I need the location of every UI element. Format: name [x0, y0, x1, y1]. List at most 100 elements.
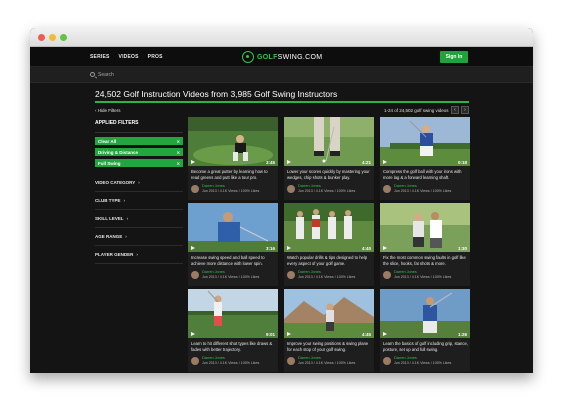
video-card[interactable]: 9:01 Learn to hit different shot types li…: [188, 289, 278, 372]
video-duration: 4:21: [361, 160, 371, 165]
video-thumbnail[interactable]: 1:26: [380, 289, 470, 338]
avatar[interactable]: [191, 185, 199, 193]
video-description[interactable]: Become a great putter by learning how to…: [191, 169, 276, 180]
facet-age-range[interactable]: AGE RANGE ›: [95, 228, 183, 246]
browser-chrome: [30, 28, 533, 47]
instructor-name[interactable]: Darren Jones: [298, 356, 321, 360]
play-icon[interactable]: [191, 160, 195, 164]
video-thumbnail[interactable]: 3:45: [188, 117, 278, 166]
video-card[interactable]: 4:40 Watch popular drills & tips designed…: [284, 203, 374, 286]
video-duration: 4:45: [361, 332, 371, 337]
instructor-name[interactable]: Darren Jones: [202, 270, 225, 274]
video-description[interactable]: Learn to hit different shot types like d…: [191, 341, 276, 352]
maximize-window-dot[interactable]: [60, 34, 67, 41]
video-thumbnail[interactable]: 9:01: [188, 289, 278, 338]
video-description[interactable]: Improve your swing positions & swing pla…: [287, 341, 372, 352]
video-description[interactable]: Increase swing speed and ball speed to a…: [191, 255, 276, 266]
play-icon[interactable]: [383, 160, 387, 164]
video-card[interactable]: 4:45 Improve your swing positions & swing…: [284, 289, 374, 372]
video-description[interactable]: Compress the golf ball with your irons w…: [383, 169, 468, 180]
instructor-name[interactable]: Darren Jones: [298, 270, 321, 274]
top-navigation: SERIES VIDEOS PROS GOLFSWING.COM Sign In: [30, 47, 533, 67]
play-icon[interactable]: [191, 332, 195, 336]
avatar[interactable]: [287, 185, 295, 193]
prev-page-button[interactable]: ‹: [451, 106, 459, 114]
sign-in-button[interactable]: Sign In: [440, 51, 468, 63]
avatar[interactable]: [383, 357, 391, 365]
play-icon[interactable]: [287, 160, 291, 164]
video-thumbnail[interactable]: 4:45: [284, 289, 374, 338]
avatar[interactable]: [383, 185, 391, 193]
facet-label: SKILL LEVEL: [95, 216, 124, 221]
video-meta: Darren Jones Jun 2013 / 4.1K Views / 100%…: [383, 356, 468, 368]
video-thumbnail[interactable]: 1:30: [380, 203, 470, 252]
video-meta: Darren Jones Jun 2013 / 4.1K Views / 100%…: [287, 184, 372, 196]
close-icon[interactable]: ✕: [177, 139, 180, 144]
close-icon[interactable]: ✕: [177, 161, 180, 166]
play-icon[interactable]: [287, 246, 291, 250]
avatar[interactable]: [287, 271, 295, 279]
results-count: 1-24 of 24,502 golf swing videos: [384, 108, 449, 113]
chip-label: Full Swing: [98, 160, 121, 166]
filters-sidebar: APPLIED FILTERS Clear All ✕ Driving & Dis…: [95, 120, 183, 264]
video-card[interactable]: 0:18 Compress the golf ball with your iro…: [380, 117, 470, 200]
video-meta: Darren Jones Jun 2013 / 4.1K Views / 100%…: [191, 270, 276, 282]
video-description[interactable]: Fix the most common swing faults in golf…: [383, 255, 468, 266]
avatar[interactable]: [191, 271, 199, 279]
video-duration: 1:30: [457, 246, 467, 251]
thumbnail-image: [284, 203, 374, 252]
play-icon[interactable]: [287, 332, 291, 336]
video-card[interactable]: 1:26 Learn the basics of golf including g…: [380, 289, 470, 372]
nav-link-series[interactable]: SERIES: [90, 54, 110, 60]
facet-club-type[interactable]: CLUB TYPE ›: [95, 192, 183, 210]
instructor-name[interactable]: Darren Jones: [394, 184, 417, 188]
video-card[interactable]: 3:45 Become a great putter by learning ho…: [188, 117, 278, 200]
avatar[interactable]: [191, 357, 199, 365]
video-meta: Darren Jones Jun 2013 / 4.1K Views / 100%…: [287, 356, 372, 368]
play-icon[interactable]: [191, 246, 195, 250]
video-thumbnail[interactable]: 0:18: [380, 117, 470, 166]
golfswing-logo[interactable]: GOLFSWING.COM: [242, 50, 322, 64]
close-icon[interactable]: ✕: [177, 150, 180, 155]
video-description[interactable]: Lower your scores quickly by mastering y…: [287, 169, 372, 180]
instructor-name[interactable]: Darren Jones: [202, 184, 225, 188]
nav-link-videos[interactable]: VIDEOS: [119, 54, 139, 60]
chevron-right-icon: ›: [136, 252, 138, 257]
avatar[interactable]: [383, 271, 391, 279]
video-meta: Darren Jones Jun 2013 / 4.1K Views / 100%…: [191, 184, 276, 196]
facet-video-category[interactable]: VIDEO CATEGORY ›: [95, 174, 183, 192]
video-card[interactable]: 3:16 Increase swing speed and ball speed …: [188, 203, 278, 286]
close-window-dot[interactable]: [38, 34, 45, 41]
filter-chip-driving-distance[interactable]: Driving & Distance ✕: [95, 148, 183, 156]
search-input[interactable]: [98, 70, 298, 80]
video-thumbnail[interactable]: 3:16: [188, 203, 278, 252]
instructor-name[interactable]: Darren Jones: [394, 270, 417, 274]
instructor-name[interactable]: Darren Jones: [394, 356, 417, 360]
play-icon[interactable]: [383, 246, 387, 250]
video-description[interactable]: Watch popular drills & tips designed to …: [287, 255, 372, 266]
play-icon[interactable]: [383, 332, 387, 336]
nav-link-pros[interactable]: PROS: [148, 54, 163, 60]
avatar[interactable]: [287, 357, 295, 365]
video-card[interactable]: 1:30 Fix the most common swing faults in …: [380, 203, 470, 286]
instructor-name[interactable]: Darren Jones: [202, 356, 225, 360]
filter-chip-full-swing[interactable]: Full Swing ✕: [95, 159, 183, 167]
facet-skill-level[interactable]: SKILL LEVEL ›: [95, 210, 183, 228]
video-card[interactable]: 4:21 Lower your scores quickly by masteri…: [284, 117, 374, 200]
thumbnail-image: [284, 289, 374, 338]
video-stats: Jun 2013 / 4.1K Views / 100% Likes: [394, 189, 452, 193]
hide-filters-link[interactable]: ‹ Hide Filters: [95, 108, 121, 113]
video-stats: Jun 2013 / 4.1K Views / 100% Likes: [394, 275, 452, 279]
video-meta: Darren Jones Jun 2013 / 4.1K Views / 100%…: [191, 356, 276, 368]
facet-player-gender[interactable]: PLAYER GENDER ›: [95, 246, 183, 264]
video-stats: Jun 2013 / 4.1K Views / 100% Likes: [202, 275, 260, 279]
video-thumbnail[interactable]: 4:40: [284, 203, 374, 252]
video-stats: Jun 2013 / 4.1K Views / 100% Likes: [394, 361, 452, 365]
filter-chip-clear-all[interactable]: Clear All ✕: [95, 137, 183, 145]
video-duration: 0:18: [457, 160, 467, 165]
minimize-window-dot[interactable]: [49, 34, 56, 41]
next-page-button[interactable]: ›: [461, 106, 469, 114]
video-description[interactable]: Learn the basics of golf including grip,…: [383, 341, 468, 352]
video-thumbnail[interactable]: 4:21: [284, 117, 374, 166]
instructor-name[interactable]: Darren Jones: [298, 184, 321, 188]
